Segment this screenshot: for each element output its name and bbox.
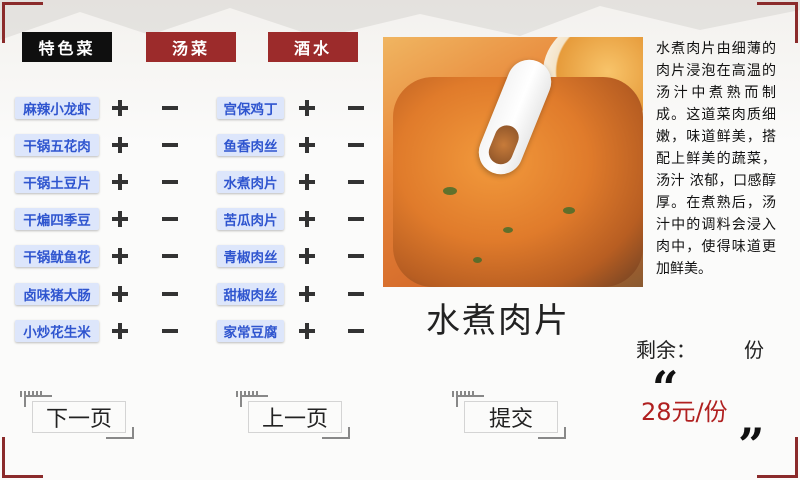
remaining-label: 剩余： bbox=[636, 338, 696, 362]
next-page-label: 下一页 bbox=[45, 407, 112, 432]
dish-item[interactable]: 宫保鸡丁 bbox=[217, 97, 284, 119]
prev-page-button[interactable]: 上一页 bbox=[236, 391, 350, 439]
quote-close-icon: ” bbox=[738, 418, 765, 472]
dish-description: 水煮肉片由细薄的肉片浸泡在高温的汤汁中煮熟而制成。这道菜肉质细嫩，味道鲜美，搭配… bbox=[656, 41, 776, 277]
minus-icon[interactable] bbox=[160, 172, 180, 192]
prev-page-label: 上一页 bbox=[261, 407, 328, 432]
minus-icon[interactable] bbox=[160, 246, 180, 266]
tab-soup[interactable]: 汤菜 bbox=[146, 32, 236, 62]
dish-item[interactable]: 甜椒肉丝 bbox=[217, 283, 284, 305]
minus-icon[interactable] bbox=[160, 98, 180, 118]
plus-icon[interactable] bbox=[297, 284, 317, 304]
plus-icon[interactable] bbox=[297, 321, 317, 341]
tab-drink[interactable]: 酒水 bbox=[268, 32, 358, 62]
plus-icon[interactable] bbox=[110, 209, 130, 229]
dish-item[interactable]: 干煸四季豆 bbox=[15, 208, 99, 230]
plus-icon[interactable] bbox=[297, 209, 317, 229]
next-page-button[interactable]: 下一页 bbox=[20, 391, 134, 439]
plus-icon[interactable] bbox=[110, 321, 130, 341]
plus-icon[interactable] bbox=[110, 172, 130, 192]
dish-item[interactable]: 家常豆腐 bbox=[217, 320, 284, 342]
dish-title: 水煮肉片 bbox=[426, 301, 570, 341]
minus-icon[interactable] bbox=[160, 284, 180, 304]
dish-item[interactable]: 卤味猪大肠 bbox=[15, 283, 99, 305]
minus-icon[interactable] bbox=[160, 209, 180, 229]
dish-item[interactable]: 麻辣小龙虾 bbox=[15, 97, 99, 119]
minus-icon[interactable] bbox=[346, 209, 366, 229]
submit-button[interactable]: 提交 bbox=[452, 391, 566, 439]
plus-icon[interactable] bbox=[110, 246, 130, 266]
plus-icon[interactable] bbox=[110, 284, 130, 304]
plus-icon[interactable] bbox=[110, 135, 130, 155]
dish-item[interactable]: 小炒花生米 bbox=[15, 320, 99, 342]
minus-icon[interactable] bbox=[160, 135, 180, 155]
minus-icon[interactable] bbox=[346, 246, 366, 266]
plus-icon[interactable] bbox=[297, 246, 317, 266]
minus-icon[interactable] bbox=[160, 321, 180, 341]
price-label: 28元/份 bbox=[641, 398, 728, 426]
plus-icon[interactable] bbox=[110, 98, 130, 118]
dish-photo bbox=[383, 37, 643, 287]
minus-icon[interactable] bbox=[346, 98, 366, 118]
dish-item[interactable]: 干锅五花肉 bbox=[15, 134, 99, 156]
plus-icon[interactable] bbox=[297, 98, 317, 118]
frame-corner bbox=[757, 2, 798, 43]
minus-icon[interactable] bbox=[346, 172, 366, 192]
dish-item[interactable]: 水煮肉片 bbox=[217, 171, 284, 193]
dish-item[interactable]: 青椒肉丝 bbox=[217, 245, 284, 267]
dish-item[interactable]: 鱼香肉丝 bbox=[217, 134, 284, 156]
minus-icon[interactable] bbox=[346, 135, 366, 155]
plus-icon[interactable] bbox=[297, 172, 317, 192]
dish-item[interactable]: 苦瓜肉片 bbox=[217, 208, 284, 230]
dish-item[interactable]: 干锅土豆片 bbox=[15, 171, 99, 193]
remaining-unit: 份 bbox=[744, 338, 764, 362]
tab-special[interactable]: 特色菜 bbox=[22, 32, 112, 62]
dish-item[interactable]: 干锅鱿鱼花 bbox=[15, 245, 99, 267]
plus-icon[interactable] bbox=[297, 135, 317, 155]
frame-corner bbox=[2, 437, 43, 478]
minus-icon[interactable] bbox=[346, 284, 366, 304]
minus-icon[interactable] bbox=[346, 321, 366, 341]
submit-label: 提交 bbox=[488, 407, 533, 432]
